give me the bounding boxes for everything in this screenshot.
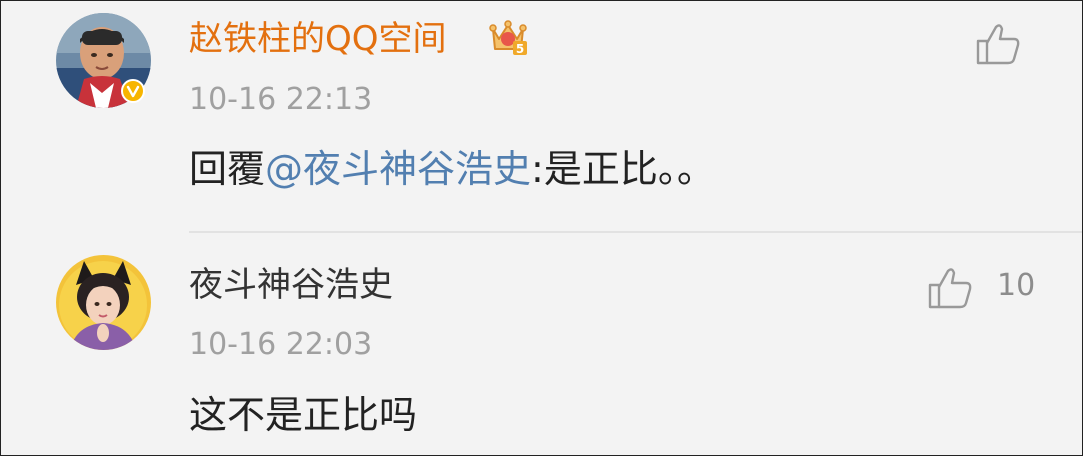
username[interactable]: 赵铁柱的QQ空间 bbox=[189, 19, 447, 59]
like-icon[interactable] bbox=[926, 265, 974, 311]
comment-text: 这不是正比吗 bbox=[189, 393, 418, 437]
avatar-girl-cat-ears bbox=[56, 255, 151, 350]
vip-level: 5 bbox=[516, 42, 524, 56]
like-icon[interactable] bbox=[974, 21, 1022, 67]
timestamp: 10-16 22:13 bbox=[189, 82, 373, 117]
user-avatar[interactable] bbox=[56, 255, 151, 350]
like-count: 10 bbox=[997, 268, 1036, 303]
verified-v-icon bbox=[126, 85, 140, 98]
username[interactable]: 夜斗神谷浩史 bbox=[189, 265, 393, 305]
mention-link[interactable]: @夜斗神谷浩史 bbox=[265, 147, 531, 191]
crown-icon: 5 bbox=[489, 20, 527, 56]
timestamp: 10-16 22:03 bbox=[189, 327, 373, 362]
comment-item: 夜斗神谷浩史 10 10-16 22:03 这不是正比吗 bbox=[1, 233, 1082, 455]
comment-thread: 赵铁柱的QQ空间 5 10-16 22:13 回覆@夜斗神谷浩史:是正比。。 夜… bbox=[0, 0, 1083, 456]
verified-badge bbox=[121, 79, 145, 103]
comment-text: 回覆@夜斗神谷浩史:是正比。。 bbox=[189, 147, 715, 191]
comment-body: :是正比。。 bbox=[531, 147, 715, 191]
comment-item: 赵铁柱的QQ空间 5 10-16 22:13 回覆@夜斗神谷浩史:是正比。。 bbox=[1, 1, 1082, 230]
reply-prefix: 回覆 bbox=[189, 147, 266, 191]
